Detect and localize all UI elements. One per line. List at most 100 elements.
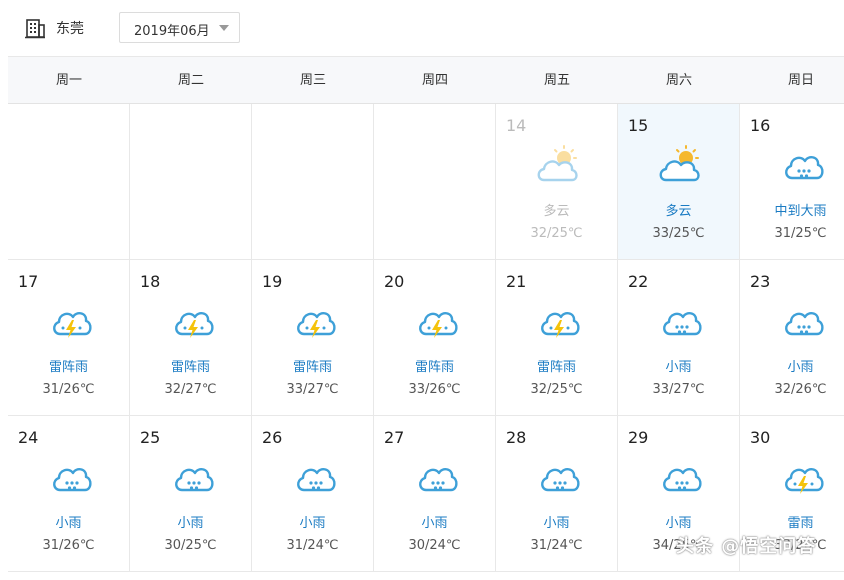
temperature-range: 32/25℃: [530, 226, 583, 241]
temperature-range: 32/27℃: [164, 382, 217, 397]
weekday-wed: 周三: [299, 73, 326, 88]
calendar-day-18[interactable]: 18 雷阵雨 32/27℃: [130, 260, 252, 416]
rain-icon: [785, 156, 824, 180]
weekday-fri: 周五: [543, 73, 570, 88]
thunderstorm-icon: [53, 312, 92, 338]
weekday-mon: 周一: [55, 73, 82, 88]
temperature-range: 31/26℃: [42, 382, 95, 397]
day-number: 23: [750, 272, 771, 291]
calendar-day-20[interactable]: 20 雷阵雨 33/26℃: [374, 260, 496, 416]
temperature-range: 31/26℃: [42, 538, 95, 553]
calendar-day-28[interactable]: 28 小雨 31/24℃: [496, 416, 618, 572]
partly-cloudy-icon: [659, 145, 700, 182]
weather-desc: 小雨: [177, 516, 204, 531]
temperature-range: 33/25℃: [652, 226, 705, 241]
temperature-range: 30/25℃: [164, 538, 217, 553]
calendar-cell-empty: [374, 104, 496, 260]
day-number: 19: [262, 272, 283, 291]
weather-desc: 雷阵雨: [414, 360, 454, 375]
day-number: 27: [384, 428, 405, 447]
calendar-day-23[interactable]: 23 小雨 32/26℃: [740, 260, 844, 416]
calendar-day-24[interactable]: 24 小雨 31/26℃: [8, 416, 130, 572]
calendar-day-21[interactable]: 21 雷阵雨 32/25℃: [496, 260, 618, 416]
weather-desc: 雷阵雨: [292, 360, 332, 375]
day-number: 21: [506, 272, 527, 291]
weather-desc: 中到大雨: [774, 204, 827, 219]
thunderstorm-icon: [175, 312, 214, 338]
temperature-range: 31/24℃: [530, 538, 583, 553]
day-number: 17: [18, 272, 39, 291]
rain-icon: [663, 312, 702, 336]
day-number: 22: [628, 272, 649, 291]
temperature-range: 32/25℃: [530, 382, 583, 397]
weather-desc: 小雨: [421, 516, 448, 531]
weekday-tue: 周二: [177, 73, 204, 88]
calendar-day-14[interactable]: 14 多云 32/25℃: [496, 104, 618, 260]
day-number: 20: [384, 272, 405, 291]
rain-icon: [175, 468, 214, 492]
thunderstorm-icon: [541, 312, 580, 338]
day-number: 14: [506, 116, 527, 135]
building-icon: [25, 19, 45, 39]
city-name[interactable]: 东莞: [56, 18, 84, 38]
calendar-cell-empty: [130, 104, 252, 260]
weekday-sat: 周六: [665, 73, 692, 88]
calendar-cell-empty: [252, 104, 374, 260]
day-number: 28: [506, 428, 527, 447]
weather-desc: 小雨: [55, 516, 82, 531]
thunderstorm-icon: [297, 312, 336, 338]
weather-desc: 多云: [665, 204, 692, 219]
calendar-day-22[interactable]: 22 小雨 33/27℃: [618, 260, 740, 416]
day-number: 16: [750, 116, 771, 135]
rain-icon: [541, 468, 580, 492]
calendar-day-19[interactable]: 19 雷阵雨 33/27℃: [252, 260, 374, 416]
day-number: 29: [628, 428, 649, 447]
month-select-value: 2019年06月: [134, 24, 210, 39]
weather-desc: 雷阵雨: [48, 360, 88, 375]
rain-icon: [663, 468, 702, 492]
rain-icon: [785, 312, 824, 336]
weekday-sun: 周日: [787, 73, 814, 88]
temperature-range: 32/26℃: [774, 382, 827, 397]
calendar-day-16[interactable]: 16 中到大雨 31/25℃: [740, 104, 844, 260]
temperature-range: 33/27℃: [652, 382, 705, 397]
temperature-range: 33/27℃: [286, 382, 339, 397]
weather-desc: 小雨: [787, 360, 814, 375]
weather-desc: 雷阵雨: [536, 360, 576, 375]
rain-icon: [53, 468, 92, 492]
rain-icon: [297, 468, 336, 492]
calendar-day-25[interactable]: 25 小雨 30/25℃: [130, 416, 252, 572]
weather-desc: 雷阵雨: [170, 360, 210, 375]
watermark: 头条 @悟空问答: [676, 536, 817, 557]
month-select[interactable]: 2019年06月: [119, 12, 240, 43]
weather-desc: 小雨: [543, 516, 570, 531]
weather-desc: 小雨: [665, 516, 692, 531]
day-number: 30: [750, 428, 771, 447]
thunderstorm-icon: [785, 468, 824, 494]
temperature-range: 30/24℃: [408, 538, 461, 553]
calendar-cell-empty: [8, 104, 130, 260]
thunderstorm-icon: [419, 312, 458, 338]
calendar-day-26[interactable]: 26 小雨 31/24℃: [252, 416, 374, 572]
day-number: 25: [140, 428, 161, 447]
top-bar: 东莞 2019年06月: [0, 0, 844, 56]
weekday-header: 周一 周二 周三 周四 周五 周六 周日: [8, 56, 844, 104]
partly-cloudy-icon: [537, 145, 578, 182]
calendar-day-17[interactable]: 17 雷阵雨 31/26℃: [8, 260, 130, 416]
day-number: 18: [140, 272, 161, 291]
temperature-range: 31/24℃: [286, 538, 339, 553]
temperature-range: 33/26℃: [408, 382, 461, 397]
chevron-down-icon: [219, 25, 229, 31]
weather-desc: 多云: [543, 204, 570, 219]
day-number: 15: [628, 116, 649, 135]
day-number: 26: [262, 428, 283, 447]
weather-desc: 小雨: [299, 516, 326, 531]
rain-icon: [419, 468, 458, 492]
calendar-day-15[interactable]: 15 多云 33/25℃: [618, 104, 740, 260]
day-number: 24: [18, 428, 39, 447]
calendar-day-27[interactable]: 27 小雨 30/24℃: [374, 416, 496, 572]
weekday-thu: 周四: [421, 73, 448, 88]
calendar-grid: 14 多云 32/25℃ 15 多云 33/25℃ 16 中到大雨 31/25℃ 17 雷阵雨 31/…: [8, 104, 844, 580]
weather-desc: 小雨: [665, 360, 692, 375]
weather-desc: 雷雨: [787, 516, 814, 531]
